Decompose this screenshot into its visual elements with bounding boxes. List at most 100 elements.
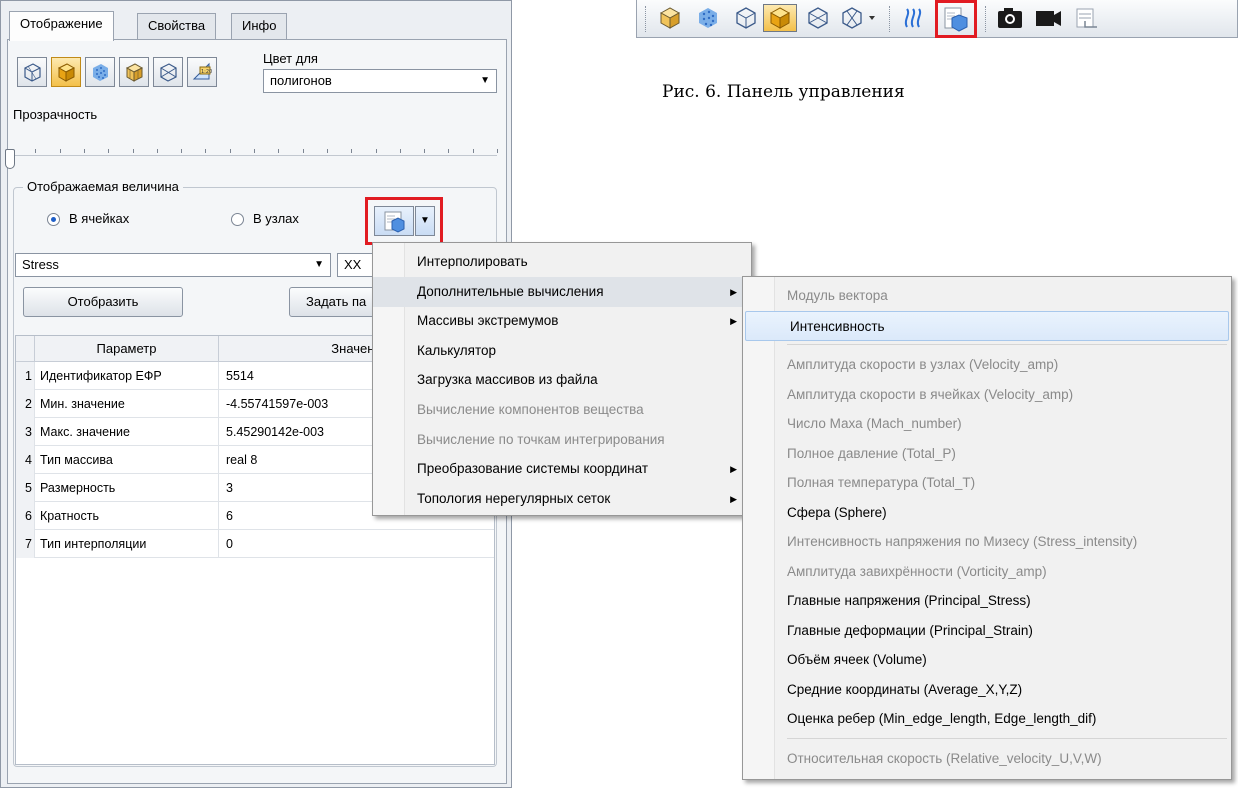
toolbar-edges-button[interactable] [803,4,833,32]
menu-item[interactable]: Средние координаты (Average_X,Y,Z) [743,675,1231,705]
menu-item-label: Калькулятор [417,342,497,358]
menu-item-label: Главные напряжения (Principal_Stress) [787,593,1031,608]
table-corner [16,336,34,362]
menu-item-label: Относительная скорость (Relative_velocit… [787,750,1102,766]
param-cell: Кратность [40,509,99,523]
column-divider [218,418,219,445]
menu-item-label: Амплитуда скорости в узлах (Velocity_amp… [787,357,1059,372]
menu-item[interactable]: Интерполировать [373,247,751,277]
component-select[interactable]: XX [337,253,377,277]
menu-item-label: Полное давление (Total_P) [787,445,956,461]
chevron-right-icon: ▶ [730,464,737,475]
transparency-slider-track[interactable] [11,155,497,156]
color-for-select[interactable]: полигонов ▼ [263,69,497,93]
menu-item[interactable]: Загрузка массивов из файла [373,365,751,395]
shaded-cube-icon [125,63,144,82]
toolbar-field-array-button[interactable] [935,0,977,38]
chevron-right-icon: ▶ [730,286,737,297]
solid-cube-icon [57,63,76,82]
slider-tick [278,149,280,153]
menu-item: Амплитуда скорости в ячейках (Velocity_a… [743,380,1231,410]
menu-item[interactable]: Топология нерегулярных сеток ▶ [373,484,751,514]
menu-item[interactable]: Калькулятор [373,336,751,366]
menu-item[interactable]: Главные напряжения (Principal_Stress) [743,586,1231,616]
menu-item[interactable]: Массивы экстремумов ▶ [373,306,751,336]
toolbar-screenshot-button[interactable] [995,4,1025,32]
menu-item: Полное давление (Total_P) [743,439,1231,469]
svg-text:1:20: 1:20 [201,69,212,75]
menu-item: Интенсивность напряжения по Мизесу (Stre… [743,527,1231,557]
slider-tick [156,149,158,153]
menu-item[interactable]: Оценка ребер (Min_edge_length, Edge_leng… [743,704,1231,734]
radio-cells-label: В ячейках [69,211,130,226]
wireframe-cube-icon [24,63,41,82]
slider-tick [205,149,207,153]
table-row[interactable]: 7 Тип интерполяции 0 [16,530,494,558]
toolbar-export-button[interactable] [1071,4,1101,32]
param-cell: Тип интерполяции [40,537,147,551]
menu-item-label: Модуль вектора [787,288,888,303]
field-array-dropdown[interactable]: ▼ [415,206,435,236]
solid-cube-icon [769,7,791,29]
solid-mode-button[interactable] [51,57,81,87]
toolbar-solid-button[interactable] [763,4,797,32]
slider-tick [375,149,377,153]
menu-item[interactable]: Главные деформации (Principal_Strain) [743,616,1231,646]
toolbar-streamlines-button[interactable] [899,4,929,32]
menu-separator [787,737,1227,739]
array-select[interactable]: Stress ▼ [15,253,331,277]
edges-mode-button[interactable] [153,57,183,87]
points-cube-icon [93,64,108,81]
toolbar-shaded-button[interactable] [655,4,685,32]
slider-tick [472,149,474,153]
chevron-down-icon: ▼ [420,215,430,226]
mesh-dropdown-icon [842,7,875,29]
toolbar-separator [985,6,986,32]
slider-tick [302,149,304,153]
color-for-value: полигонов [270,73,332,88]
column-divider [218,530,219,557]
radio-cells[interactable] [47,213,60,226]
column-divider [218,446,219,473]
column-divider [218,390,219,417]
menu-item-label: Топология нерегулярных сеток [417,490,611,506]
points-cube-icon [699,8,717,28]
wireframe-cube-icon [736,7,756,29]
tab-info[interactable]: Инфо [231,13,288,39]
menu-item-label: Амплитуда завихрённости (Vorticity_amp) [787,563,1047,579]
value-cell: 0 [226,537,233,551]
scale-mode-button[interactable]: 1:20 [187,57,217,87]
tab-properties[interactable]: Свойства [137,13,217,39]
points-mode-button[interactable] [85,57,115,87]
radio-nodes[interactable] [231,213,244,226]
export-icon [1076,8,1097,28]
menu-item[interactable]: Объём ячеек (Volume) [743,645,1231,675]
menu-item: Модуль вектора [743,281,1231,311]
toolbar-mesh-dropdown[interactable] [837,4,881,32]
menu-item: Амплитуда завихрённости (Vorticity_amp) [743,557,1231,587]
menu-item[interactable]: Дополнительные вычисления ▶ [373,276,751,307]
param-cell: Идентификатор ЕФР [40,369,162,383]
toolbar-record-button[interactable] [1033,4,1063,32]
field-array-button[interactable] [374,206,414,236]
toolbar-separator [889,6,890,32]
menu-item[interactable]: Интенсивность [745,310,1229,341]
toolbar-wireframe-button[interactable] [731,4,761,32]
wireframe-mode-button[interactable] [17,57,47,87]
toolbar-points-button[interactable] [693,4,723,32]
menu-item-label: Амплитуда скорости в ячейках (Velocity_a… [787,386,1074,402]
tab-display[interactable]: Отображение [9,11,114,41]
show-button[interactable]: Отобразить [23,287,183,317]
header-parameter[interactable]: Параметр [34,336,218,362]
menu-item-label: Объём ячеек (Volume) [787,652,927,667]
transparency-slider-thumb[interactable] [5,149,15,169]
set-params-button[interactable]: Задать па [289,287,379,317]
toolbar [636,0,1238,38]
shaded-mode-button[interactable] [119,57,149,87]
menu-item[interactable]: Сфера (Sphere) [743,498,1231,528]
menu-item[interactable]: Преобразование системы координат ▶ [373,454,751,484]
menu-item-label: Полная температура (Total_T) [787,475,976,490]
figure-caption: Рис. 6. Панель управления [662,82,905,102]
menu-item-label: Сфера (Sphere) [787,504,887,520]
video-icon [1036,11,1061,26]
